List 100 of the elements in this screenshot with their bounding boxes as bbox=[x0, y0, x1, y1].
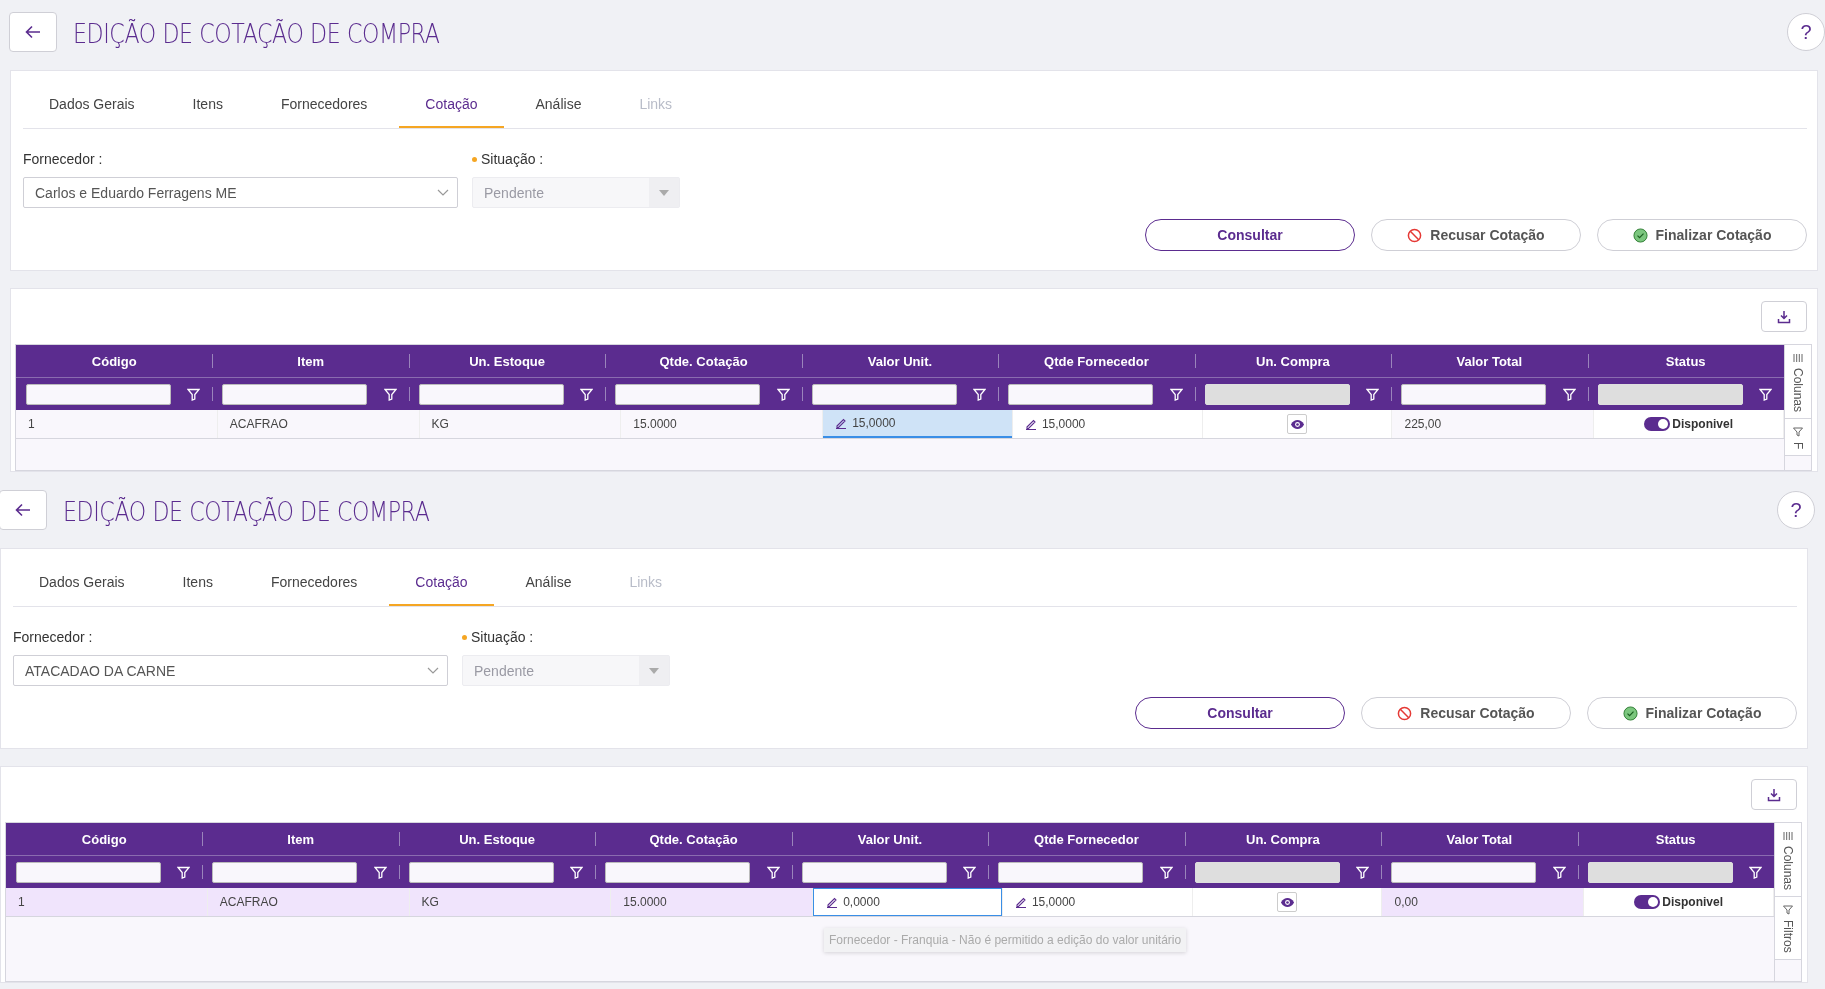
filter-input[interactable] bbox=[212, 861, 358, 883]
filter-icon[interactable] bbox=[1758, 387, 1772, 401]
filter-input[interactable] bbox=[801, 861, 947, 883]
status-label: Disponivel bbox=[1662, 895, 1723, 909]
filter-input[interactable] bbox=[16, 861, 161, 883]
table-cell: ACAFRAO bbox=[207, 888, 410, 916]
finalize-button[interactable]: Finalizar Cotação bbox=[1597, 219, 1807, 251]
pencil-icon bbox=[826, 896, 839, 908]
tab[interactable]: Dados Gerais bbox=[13, 559, 151, 606]
tab[interactable]: Cotação bbox=[389, 559, 494, 606]
filter-icon[interactable] bbox=[177, 865, 191, 879]
check-circle-icon bbox=[1622, 705, 1638, 721]
filter-input[interactable] bbox=[605, 861, 751, 883]
editable-cell[interactable]: 0,0000 bbox=[813, 888, 1002, 916]
table-cell: ACAFRAO bbox=[217, 410, 420, 438]
download-button[interactable] bbox=[1751, 779, 1797, 810]
tab[interactable]: Análise bbox=[499, 559, 598, 606]
filter-input[interactable] bbox=[408, 861, 554, 883]
filter-icon[interactable] bbox=[1366, 387, 1380, 401]
consult-button[interactable]: Consultar bbox=[1135, 697, 1345, 729]
side-panel-tab[interactable]: Colunas bbox=[1775, 823, 1801, 898]
filter-icon[interactable] bbox=[1169, 387, 1183, 401]
column-header[interactable]: Qtde Fornecedor bbox=[998, 345, 1195, 377]
toggle-switch[interactable] bbox=[1634, 895, 1661, 909]
tab[interactable]: Itens bbox=[166, 81, 249, 128]
pencil-icon bbox=[1014, 896, 1027, 908]
column-header[interactable]: Status bbox=[1587, 345, 1784, 377]
editable-cell[interactable]: 15,0000 bbox=[823, 410, 1012, 438]
side-panel-tab[interactable]: F bbox=[1785, 419, 1811, 457]
tab[interactable]: Fornecedores bbox=[244, 559, 384, 606]
editable-cell[interactable]: 15,0000 bbox=[1012, 410, 1202, 438]
view-button[interactable] bbox=[1287, 414, 1308, 434]
back-button[interactable] bbox=[0, 490, 47, 530]
columns-icon bbox=[1793, 353, 1803, 363]
download-button[interactable] bbox=[1761, 301, 1807, 332]
finalize-button[interactable]: Finalizar Cotação bbox=[1587, 697, 1797, 729]
filter-icon[interactable] bbox=[1748, 865, 1762, 879]
column-header[interactable]: Valor Total bbox=[1381, 823, 1578, 855]
column-header[interactable]: Código bbox=[6, 823, 203, 855]
filter-icon[interactable] bbox=[973, 387, 987, 401]
field-label: Situação : bbox=[471, 629, 534, 645]
filter-icon[interactable] bbox=[776, 387, 790, 401]
help-button[interactable]: ? bbox=[1777, 491, 1815, 529]
page-title: EDIÇÃO DE COTAÇÃO DE COMPRA bbox=[73, 17, 440, 49]
select-field[interactable]: Carlos e Eduardo Ferragens ME bbox=[23, 177, 458, 208]
column-header[interactable]: Valor Total bbox=[1391, 345, 1588, 377]
tab[interactable]: Análise bbox=[509, 81, 608, 128]
filter-icon[interactable] bbox=[570, 865, 584, 879]
side-panel-tab[interactable]: Filtros bbox=[1775, 897, 1801, 960]
column-header[interactable]: Qtde. Cotação bbox=[595, 823, 792, 855]
help-button[interactable]: ? bbox=[1787, 13, 1825, 51]
filter-icon[interactable] bbox=[187, 387, 201, 401]
check-circle-icon bbox=[1632, 227, 1648, 243]
column-header[interactable]: Un. Compra bbox=[1184, 823, 1382, 855]
filter-icon[interactable] bbox=[1356, 865, 1370, 879]
filter-input[interactable] bbox=[615, 383, 761, 405]
filter-icon[interactable] bbox=[373, 865, 387, 879]
column-header[interactable]: Código bbox=[16, 345, 213, 377]
filter-input[interactable] bbox=[1008, 383, 1154, 405]
side-panel-tab[interactable]: Colunas bbox=[1785, 345, 1811, 420]
filter-icon[interactable] bbox=[766, 865, 780, 879]
consult-button[interactable]: Consultar bbox=[1145, 219, 1355, 251]
select-field[interactable]: ATACADAO DA CARNE bbox=[13, 655, 448, 686]
view-button[interactable] bbox=[1277, 892, 1298, 912]
tab[interactable]: Cotação bbox=[399, 81, 504, 128]
column-header[interactable]: Item bbox=[212, 345, 409, 377]
filter-icon[interactable] bbox=[580, 387, 594, 401]
column-header[interactable]: Un. Compra bbox=[1194, 345, 1392, 377]
tab[interactable]: Dados Gerais bbox=[23, 81, 161, 128]
column-header[interactable]: Un. Estoque bbox=[398, 823, 596, 855]
column-header[interactable]: Qtde Fornecedor bbox=[988, 823, 1185, 855]
column-header[interactable]: Valor Unit. bbox=[791, 823, 989, 855]
column-header[interactable]: Status bbox=[1577, 823, 1774, 855]
filter-icon[interactable] bbox=[383, 387, 397, 401]
filter-input[interactable] bbox=[811, 383, 957, 405]
tab[interactable]: Itens bbox=[156, 559, 239, 606]
column-header[interactable]: Un. Estoque bbox=[408, 345, 606, 377]
reject-button[interactable]: Recusar Cotação bbox=[1371, 219, 1581, 251]
toggle-switch[interactable] bbox=[1644, 417, 1671, 431]
filter-icon[interactable] bbox=[1552, 865, 1566, 879]
column-header[interactable]: Item bbox=[202, 823, 399, 855]
back-button[interactable] bbox=[9, 12, 57, 52]
tab[interactable]: Fornecedores bbox=[254, 81, 394, 128]
filter-icon[interactable] bbox=[1159, 865, 1173, 879]
filter-icon[interactable] bbox=[963, 865, 977, 879]
table-cell: 225,00 bbox=[1392, 410, 1595, 438]
filter-input[interactable] bbox=[1391, 861, 1537, 883]
chevron-down-icon bbox=[437, 189, 449, 196]
column-header[interactable]: Qtde. Cotação bbox=[605, 345, 802, 377]
filter-input[interactable] bbox=[1401, 383, 1547, 405]
filter-icon[interactable] bbox=[1562, 387, 1576, 401]
column-header[interactable]: Valor Unit. bbox=[801, 345, 999, 377]
table-cell: KG bbox=[409, 888, 612, 916]
filter-input[interactable] bbox=[998, 861, 1144, 883]
filter-input[interactable] bbox=[222, 383, 368, 405]
reject-button[interactable]: Recusar Cotação bbox=[1361, 697, 1571, 729]
download-icon bbox=[1777, 309, 1791, 324]
filter-input[interactable] bbox=[26, 383, 171, 405]
editable-cell[interactable]: 15,0000 bbox=[1002, 888, 1192, 916]
filter-input[interactable] bbox=[418, 383, 564, 405]
